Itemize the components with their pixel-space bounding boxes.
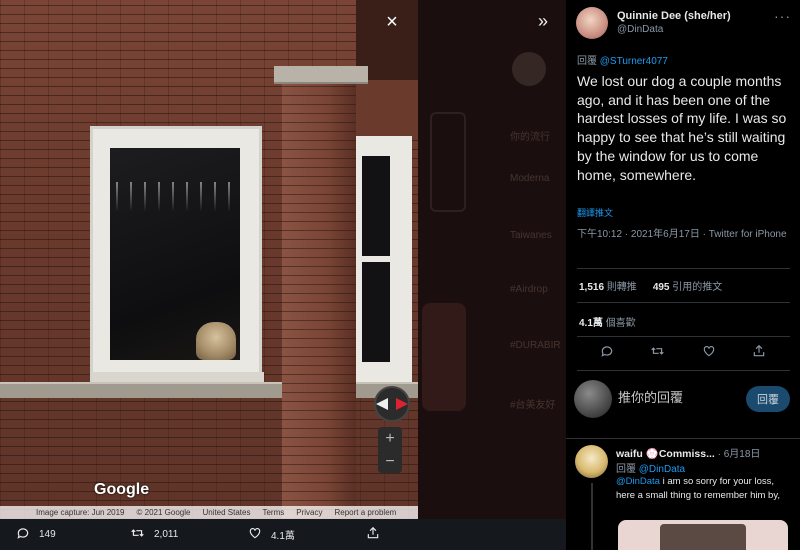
reply-date[interactable]: · 6月18日: [718, 449, 761, 460]
thread-line: [591, 483, 593, 550]
translate-tweet-link[interactable]: 翻譯推文: [577, 206, 613, 219]
zoom-in-button[interactable]: +: [385, 430, 394, 448]
avatar[interactable]: [575, 445, 608, 478]
retweets-stat[interactable]: 1,516 則轉推: [579, 278, 637, 293]
side-window-pane: [362, 156, 390, 256]
media-action-bar: 149 2,011 4.1萬: [0, 519, 566, 550]
tweet-action-row: [566, 344, 800, 361]
heart-icon: [248, 526, 262, 543]
main-tweet: Quinnie Dee (she/her) @DinData ··· 回覆 @S…: [566, 0, 800, 430]
compass-control[interactable]: [374, 386, 410, 422]
window-sill: [92, 372, 264, 382]
share-icon: [366, 526, 380, 543]
divider: [577, 370, 790, 371]
compass-needle-north: [396, 398, 408, 410]
google-logo: Google: [94, 481, 150, 498]
reply-composer: 回覆: [566, 376, 800, 426]
avatar[interactable]: [576, 7, 608, 39]
string-lights: [116, 182, 232, 212]
reply-header: waifu 💮Commiss... · 6月18日: [616, 445, 796, 460]
replying-to-label: 回覆: [577, 56, 597, 67]
background-device-image: [430, 112, 466, 212]
background-text: #DURABIR: [510, 340, 561, 351]
background-card: [422, 303, 466, 411]
dog-in-window: [196, 322, 236, 360]
replying-to: 回覆 @DinData: [616, 460, 685, 475]
likes-label: 個喜歡: [605, 318, 636, 329]
author-handle[interactable]: @DinData: [617, 24, 663, 35]
region-link[interactable]: United States: [202, 508, 250, 517]
replying-to-label: 回覆: [616, 464, 636, 475]
reply-action[interactable]: 149: [16, 526, 56, 543]
terms-link[interactable]: Terms: [262, 508, 284, 517]
divider: [577, 336, 790, 337]
street-view-photo[interactable]: Google Image capture: Jun 2019 © 2021 Go…: [0, 0, 418, 519]
author-name[interactable]: Quinnie Dee (she/her): [617, 10, 731, 22]
reply-count: 149: [39, 529, 56, 540]
background-text: #台美友好: [510, 400, 556, 411]
quotes-stat[interactable]: 495 引用的推文: [653, 278, 722, 293]
background-text: 你的流行: [510, 132, 550, 143]
retweet-action[interactable]: 2,011: [130, 526, 178, 543]
zoom-control: + −: [378, 427, 402, 473]
report-problem-link[interactable]: Report a problem: [335, 508, 397, 517]
side-window-pane: [362, 262, 390, 362]
brick-pillar: [282, 75, 356, 519]
chevron-double-right-icon[interactable]: »: [533, 11, 553, 31]
background-avatar: [512, 52, 546, 86]
tweet-stats: 1,516 則轉推 495 引用的推文: [579, 278, 722, 293]
copyright: © 2021 Google: [136, 508, 191, 517]
retweet-icon[interactable]: [650, 344, 665, 361]
tweet-detail-panel: Quinnie Dee (she/her) @DinData ··· 回覆 @S…: [566, 0, 800, 550]
replying-to-link[interactable]: @STurner4077: [600, 56, 668, 67]
quotes-label: 引用的推文: [672, 282, 723, 293]
retweets-label: 則轉推: [606, 282, 637, 293]
tweet-timestamp[interactable]: 下午10:12 · 2021年6月17日 · Twitter for iPhon…: [577, 228, 787, 242]
media-viewer: Google Image capture: Jun 2019 © 2021 Go…: [0, 0, 566, 550]
like-action[interactable]: 4.1萬: [248, 526, 295, 543]
reply-text: @DinData i am so sorry for your loss, he…: [616, 475, 792, 502]
quotes-value: 495: [652, 282, 670, 293]
retweet-count: 2,011: [154, 529, 179, 540]
likes-stat[interactable]: 4.1萬 個喜歡: [579, 314, 636, 329]
replying-to-link[interactable]: @DinData: [639, 464, 685, 475]
divider: [577, 268, 790, 269]
privacy-link[interactable]: Privacy: [296, 508, 322, 517]
comment-icon[interactable]: [600, 344, 614, 361]
share-action[interactable]: [366, 526, 380, 543]
image-content: [660, 524, 746, 550]
capture-date: Image capture: Jun 2019: [36, 508, 125, 517]
close-icon[interactable]: ×: [382, 12, 402, 32]
background-text: Moderna: [510, 173, 550, 184]
more-options-icon[interactable]: ···: [774, 8, 791, 24]
like-count: 4.1萬: [271, 531, 295, 542]
retweet-icon: [130, 526, 145, 543]
heart-icon[interactable]: [702, 344, 716, 361]
background-text: Taiwanes: [510, 230, 552, 241]
share-icon[interactable]: [752, 344, 766, 361]
tweet-text: We lost our dog a couple months ago, and…: [577, 73, 787, 183]
reply-author-name[interactable]: waifu 💮Commiss...: [616, 448, 715, 460]
comment-icon: [16, 526, 30, 543]
retweets-value: 1,516: [579, 282, 605, 293]
divider: [577, 302, 790, 303]
likes-value: 4.1萬: [579, 318, 603, 329]
reply-tweet[interactable]: waifu 💮Commiss... · 6月18日 回覆 @DinData @D…: [566, 438, 800, 550]
reply-image[interactable]: [618, 520, 788, 550]
pillar-cap: [274, 66, 368, 84]
avatar: [574, 380, 612, 418]
zoom-out-button[interactable]: −: [385, 453, 394, 471]
background-text: #Airdrop: [510, 284, 548, 295]
compass-needle-south: [376, 398, 388, 410]
map-attribution-bar: Image capture: Jun 2019 © 2021 Google Un…: [0, 506, 418, 519]
dimmed-background-page: 你的流行 Moderna Taiwanes #Airdrop #DURABIR …: [418, 0, 566, 540]
replying-to: 回覆 @STurner4077: [577, 52, 668, 67]
reply-button[interactable]: 回覆: [746, 386, 790, 412]
mention-link[interactable]: @DinData: [616, 476, 660, 487]
reply-input[interactable]: [618, 390, 728, 405]
side-wall: [356, 80, 418, 140]
